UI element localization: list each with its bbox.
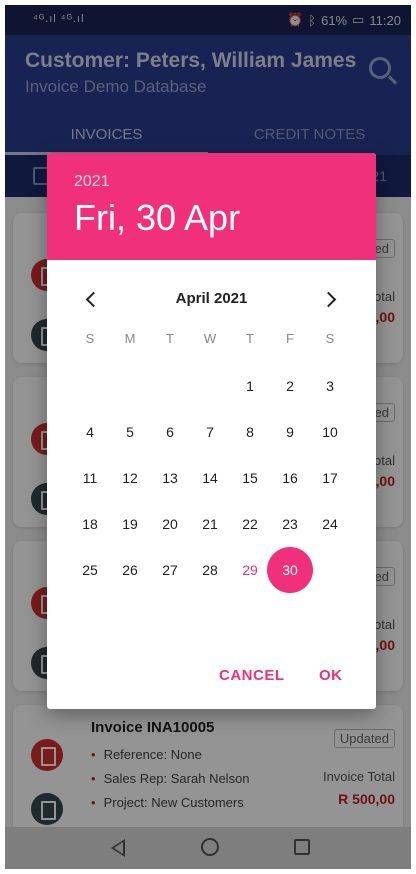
calendar-day[interactable]: 11: [70, 458, 110, 498]
calendar-day[interactable]: 2: [270, 366, 310, 406]
calendar-day[interactable]: 10: [310, 412, 350, 452]
year-label[interactable]: 2021: [74, 173, 110, 191]
calendar-day[interactable]: 17: [310, 458, 350, 498]
calendar-day[interactable]: 1: [230, 366, 270, 406]
calendar-day[interactable]: 20: [150, 504, 190, 544]
calendar-day[interactable]: 15: [230, 458, 270, 498]
calendar-day[interactable]: 16: [270, 458, 310, 498]
calendar-day[interactable]: 18: [70, 504, 110, 544]
chevron-right-icon[interactable]: [316, 284, 346, 314]
calendar-day[interactable]: 13: [150, 458, 190, 498]
calendar-day[interactable]: 26: [110, 550, 150, 590]
weekday-label: S: [325, 331, 335, 346]
calendar-day[interactable]: 25: [70, 550, 110, 590]
calendar-day[interactable]: 4: [70, 412, 110, 452]
ok-button[interactable]: OK: [319, 667, 343, 684]
calendar-day-today[interactable]: 29: [230, 550, 270, 590]
calendar-day[interactable]: 28: [190, 550, 230, 590]
date-picker-dialog: 2021 Fri, 30 Apr April 2021 SMTWTFS12345…: [47, 153, 376, 709]
calendar-day[interactable]: 5: [110, 412, 150, 452]
cancel-button[interactable]: CANCEL: [219, 667, 285, 684]
calendar-day[interactable]: 23: [270, 504, 310, 544]
selected-date-label: Fri, 30 Apr: [74, 197, 241, 238]
weekday-label: M: [124, 331, 136, 346]
weekday-label: S: [85, 331, 95, 346]
calendar-day[interactable]: 19: [110, 504, 150, 544]
calendar-day[interactable]: 6: [150, 412, 190, 452]
calendar-day[interactable]: 21: [190, 504, 230, 544]
weekday-label: T: [246, 331, 254, 346]
calendar-day[interactable]: 22: [230, 504, 270, 544]
calendar-day[interactable]: 7: [190, 412, 230, 452]
calendar-day[interactable]: 12: [110, 458, 150, 498]
calendar-day[interactable]: 27: [150, 550, 190, 590]
calendar-day[interactable]: 24: [310, 504, 350, 544]
weekday-label: W: [203, 331, 217, 346]
calendar-day-selected[interactable]: 30: [267, 547, 313, 593]
phone-screen: ⁴ᴳ.ıl ⁴ᴳ.ıl ⏰ ᛒ 61% ▭ 11:20 Customer: Pe…: [5, 5, 411, 869]
date-picker-header: 2021 Fri, 30 Apr: [47, 153, 376, 260]
weekday-label: T: [166, 331, 174, 346]
calendar-day[interactable]: 3: [310, 366, 350, 406]
calendar-day[interactable]: 14: [190, 458, 230, 498]
calendar-day[interactable]: 9: [270, 412, 310, 452]
weekday-label: F: [286, 331, 294, 346]
calendar-day[interactable]: 8: [230, 412, 270, 452]
month-navigation: April 2021: [47, 278, 376, 318]
